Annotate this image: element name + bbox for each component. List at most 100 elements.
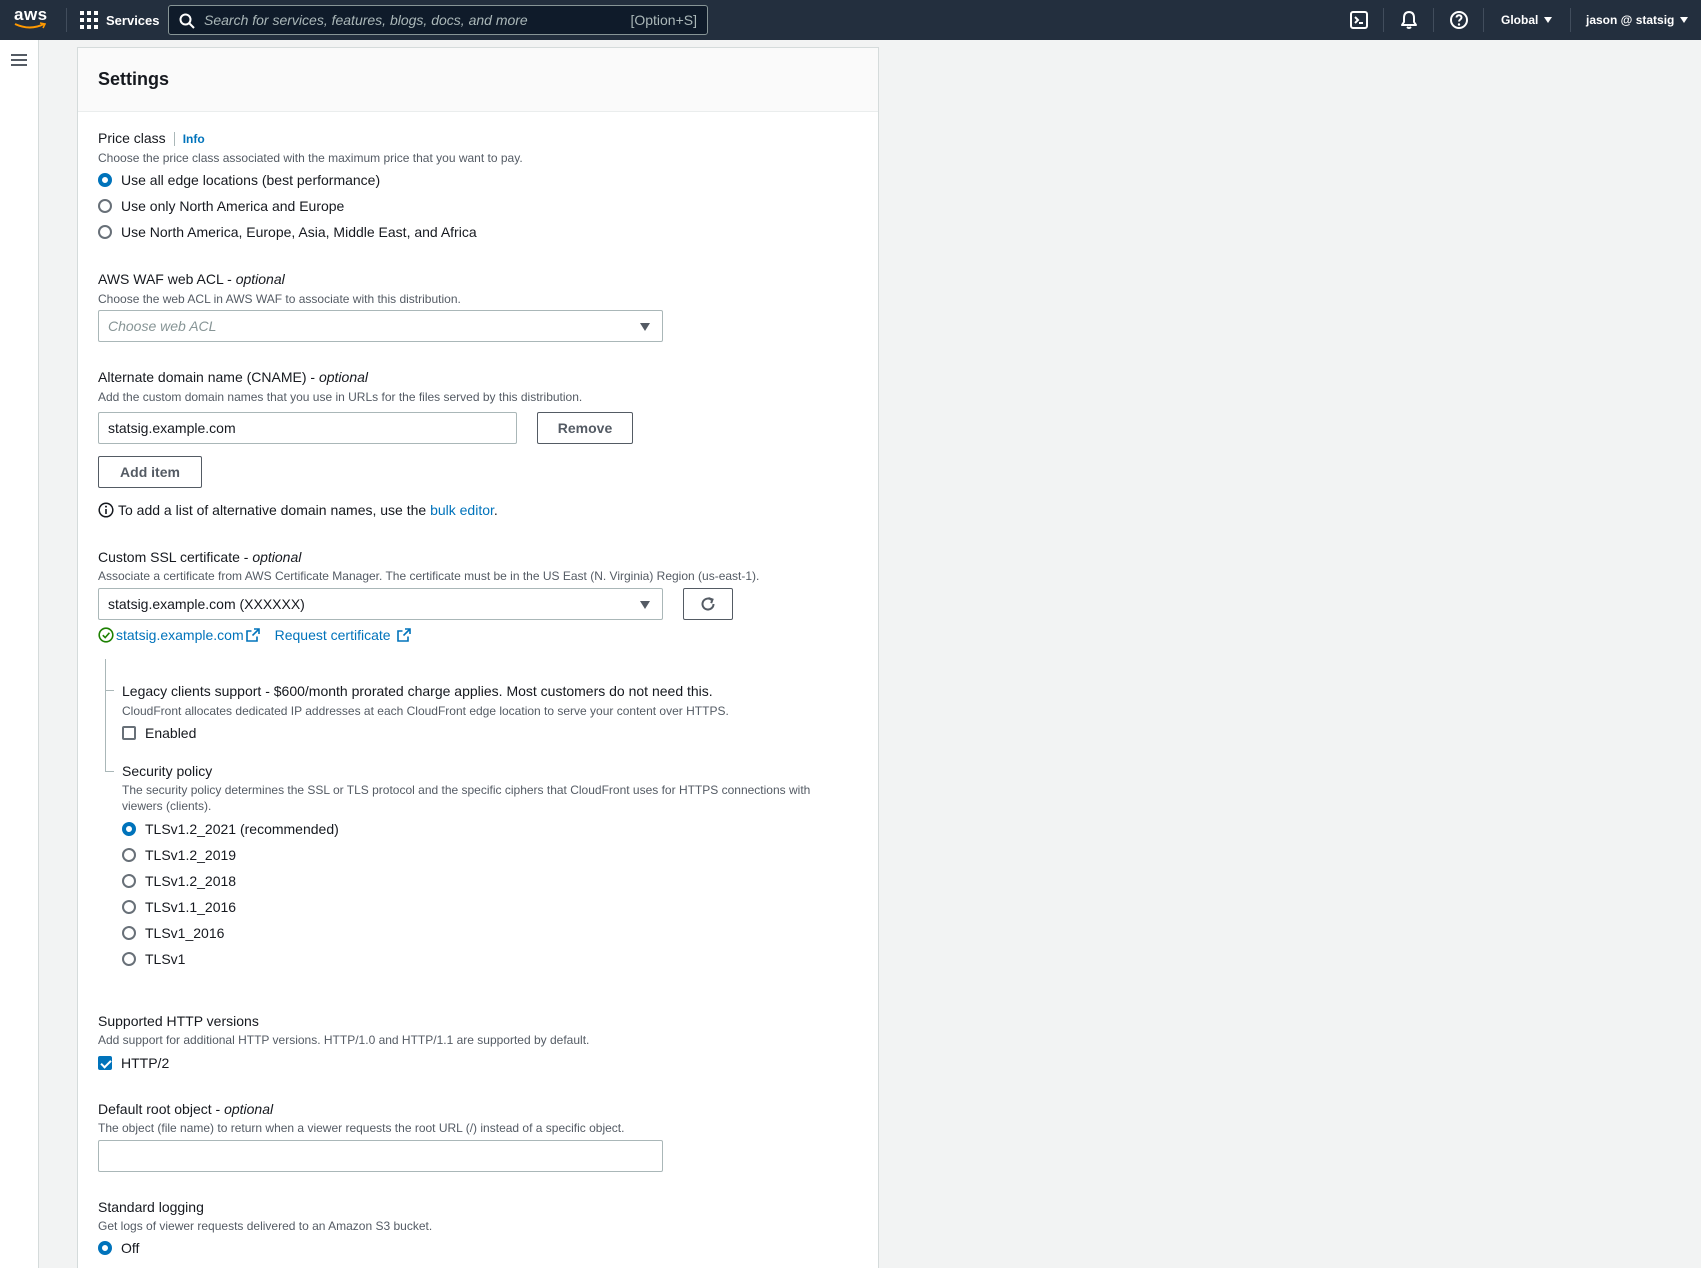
cname-label: Alternate domain name (CNAME) -	[98, 369, 319, 385]
bulk-editor-hint-text: To add a list of alternative domain name…	[118, 502, 498, 518]
remove-cname-button[interactable]: Remove	[537, 412, 633, 444]
option-label: Use North America, Europe, Asia, Middle …	[121, 224, 477, 240]
root-object-input[interactable]	[98, 1140, 663, 1172]
tree-connector	[105, 659, 106, 772]
check-circle-icon	[98, 627, 114, 643]
nav-divider	[66, 8, 67, 32]
option-label: Off	[121, 1240, 140, 1256]
cname-input[interactable]	[98, 412, 517, 444]
waf-description: Choose the web ACL in AWS WAF to associa…	[98, 292, 461, 306]
radio[interactable]	[122, 952, 136, 966]
nav-divider	[1570, 8, 1571, 32]
root-object-description: The object (file name) to return when a …	[98, 1121, 625, 1135]
grid-icon	[80, 11, 98, 29]
security-policy-option[interactable]: TLSv1.2_2018	[122, 873, 236, 889]
security-policy-option[interactable]: TLSv1.1_2016	[122, 899, 236, 915]
option-label: Use all edge locations (best performance…	[121, 172, 381, 188]
option-label: TLSv1.2_2021 (recommended)	[145, 821, 339, 837]
aws-logo[interactable]: aws	[14, 6, 50, 34]
radio[interactable]	[122, 874, 136, 888]
root-object-label: Default root object -	[98, 1101, 225, 1117]
radio[interactable]	[122, 848, 136, 862]
nav-divider	[1483, 8, 1484, 32]
top-navigation: aws Services Search for services, featur…	[0, 0, 1701, 40]
request-certificate-link[interactable]: Request certificate	[275, 627, 391, 643]
logging-label: Standard logging	[98, 1199, 204, 1215]
ssl-certificate-select[interactable]: statsig.example.com (XXXXXX)	[98, 588, 663, 620]
bell-icon[interactable]	[1399, 10, 1419, 30]
option-label: Use only North America and Europe	[121, 198, 345, 214]
price-class-info-link[interactable]: Info	[173, 132, 205, 146]
radio[interactable]	[122, 926, 136, 940]
ssl-description: Associate a certificate from AWS Certifi…	[98, 569, 760, 583]
security-policy-option[interactable]: TLSv1.2_2021 (recommended)	[122, 821, 339, 837]
http-versions-label: Supported HTTP versions	[98, 1013, 259, 1029]
refresh-certificates-button[interactable]	[683, 588, 733, 620]
legacy-enabled-checkbox-row[interactable]: Enabled	[122, 725, 196, 741]
help-icon[interactable]	[1449, 10, 1469, 30]
security-policy-option[interactable]: TLSv1_2016	[122, 925, 224, 941]
legacy-support-label: Legacy clients support - $600/month pror…	[122, 683, 713, 699]
search-input[interactable]: Search for services, features, blogs, do…	[168, 5, 708, 35]
certificate-link[interactable]: statsig.example.com	[116, 627, 244, 643]
radio-selected[interactable]	[122, 822, 136, 836]
price-class-option-na-eu[interactable]: Use only North America and Europe	[98, 198, 344, 214]
logging-option-off[interactable]: Off	[98, 1240, 139, 1256]
security-policy-option[interactable]: TLSv1.2_2019	[122, 847, 236, 863]
menu-icon[interactable]	[11, 54, 27, 66]
region-selector[interactable]: Global	[1501, 0, 1553, 40]
security-policy-label: Security policy	[122, 763, 213, 779]
services-menu-button[interactable]: Services	[80, 0, 160, 40]
account-menu[interactable]: jason @ statsig	[1586, 0, 1689, 40]
search-shortcut: [Option+S]	[630, 12, 697, 28]
checkbox[interactable]	[122, 726, 136, 740]
external-link-icon[interactable]	[396, 627, 412, 643]
radio[interactable]	[98, 225, 112, 239]
price-class-option-na-eu-asia[interactable]: Use North America, Europe, Asia, Middle …	[98, 224, 477, 240]
security-policy-option[interactable]: TLSv1	[122, 951, 185, 967]
bulk-editor-link[interactable]: bulk editor	[430, 502, 494, 518]
security-policy-description-line1: The security policy determines the SSL o…	[122, 783, 811, 797]
aws-logo-text: aws	[14, 5, 48, 24]
cname-optional: optional	[318, 369, 369, 385]
price-class-label-group: Price class Info	[98, 130, 205, 146]
ssl-optional: optional	[252, 549, 302, 565]
caret-down-icon	[640, 323, 650, 331]
http-versions-description: Add support for additional HTTP versions…	[98, 1033, 590, 1047]
info-icon	[98, 502, 114, 518]
waf-web-acl-select[interactable]: Choose web ACL	[98, 310, 663, 342]
security-policy-description-line2: viewers (clients).	[122, 799, 212, 813]
panel-title: Settings	[98, 69, 170, 89]
tree-connector	[105, 690, 114, 691]
checkbox-label: HTTP/2	[121, 1055, 170, 1071]
add-item-button[interactable]: Add item	[98, 456, 202, 488]
waf-select-placeholder: Choose web ACL	[108, 318, 217, 334]
waf-label: AWS WAF web ACL -	[98, 271, 236, 287]
tree-connector	[105, 771, 114, 772]
option-label: TLSv1.1_2016	[145, 899, 237, 915]
side-navigation-rail	[0, 40, 39, 1268]
search-placeholder: Search for services, features, blogs, do…	[204, 12, 528, 28]
cname-label-group: Alternate domain name (CNAME) - optional	[98, 369, 368, 385]
caret-down-icon	[1680, 17, 1689, 23]
waf-optional: optional	[235, 271, 285, 287]
radio-selected[interactable]	[98, 173, 112, 187]
external-link-icon[interactable]	[245, 627, 261, 643]
nav-divider	[1383, 8, 1384, 32]
option-label: TLSv1	[145, 951, 186, 967]
radio-selected[interactable]	[98, 1241, 112, 1255]
checkbox-checked[interactable]	[98, 1056, 112, 1070]
http2-checkbox-row[interactable]: HTTP/2	[98, 1055, 169, 1071]
price-class-option-all[interactable]: Use all edge locations (best performance…	[98, 172, 380, 188]
certificate-links: statsig.example.com Request certificate	[98, 627, 412, 643]
price-class-label: Price class	[98, 130, 166, 146]
panel-header: Settings	[78, 48, 878, 112]
checkbox-label: Enabled	[145, 725, 197, 741]
radio[interactable]	[98, 199, 112, 213]
radio[interactable]	[122, 900, 136, 914]
bulk-editor-hint: To add a list of alternative domain name…	[98, 502, 498, 518]
nav-divider	[1433, 8, 1434, 32]
terminal-icon[interactable]	[1349, 10, 1369, 30]
waf-label-group: AWS WAF web ACL - optional	[98, 271, 285, 287]
option-label: TLSv1.2_2018	[145, 873, 237, 889]
